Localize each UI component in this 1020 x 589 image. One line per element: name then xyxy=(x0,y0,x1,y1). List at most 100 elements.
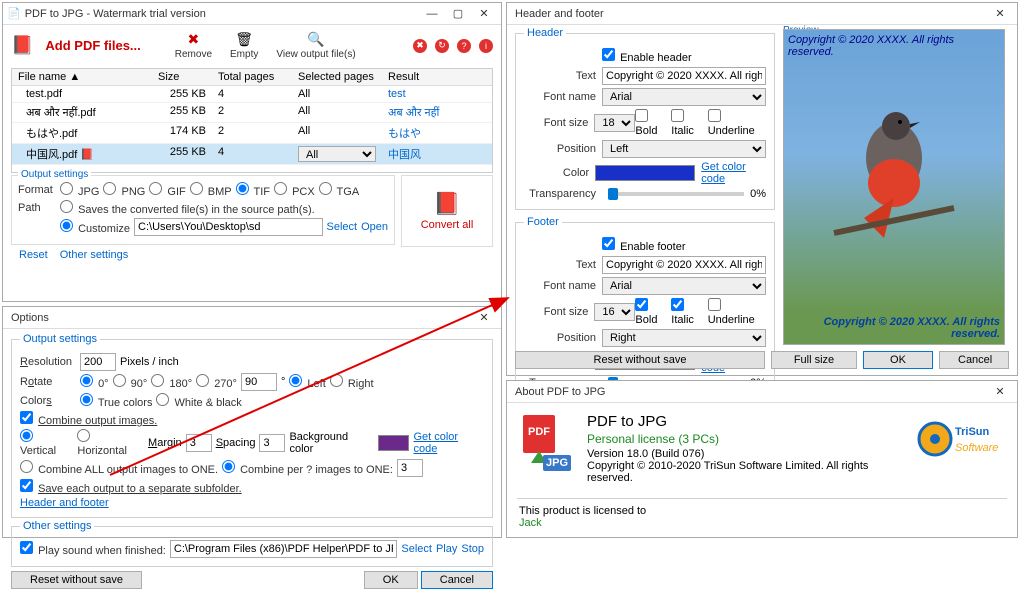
options-cancel-button[interactable]: Cancel xyxy=(421,571,493,589)
h-fontsize-select[interactable]: 18 xyxy=(594,114,635,132)
sound-stop-link[interactable]: Stop xyxy=(461,543,484,555)
red-action-1[interactable]: ✖ xyxy=(413,39,427,53)
format-tif[interactable]: TIF xyxy=(236,186,270,198)
format-jpg[interactable]: JPG xyxy=(60,186,99,198)
save-subfolder-checkbox[interactable]: Save each output to a separate subfolder… xyxy=(20,479,242,495)
hf-close-button[interactable]: ✕ xyxy=(987,5,1013,23)
hf-fullsize-button[interactable]: Full size xyxy=(771,351,857,369)
hf-reset-button[interactable]: Reset without save xyxy=(515,351,765,369)
col-total[interactable]: Total pages xyxy=(212,69,292,85)
f-fontname-select[interactable]: Arial xyxy=(602,277,766,295)
col-filename[interactable]: File name ▲ xyxy=(12,69,152,85)
colors-true[interactable]: True colors xyxy=(80,393,152,409)
options-other-legend: Other settings xyxy=(20,520,94,532)
result-link[interactable]: もはや xyxy=(388,128,421,140)
h-color-swatch[interactable] xyxy=(595,165,695,181)
rotate-180[interactable]: 180° xyxy=(151,374,192,390)
rotate-90[interactable]: 90° xyxy=(113,374,148,390)
remove-button[interactable]: ✖Remove xyxy=(169,29,218,62)
header-footer-link[interactable]: Header and footer xyxy=(20,497,109,509)
options-ok-button[interactable]: OK xyxy=(364,571,418,589)
h-text-input[interactable] xyxy=(602,67,766,85)
orient-vertical[interactable]: Vertical xyxy=(20,429,73,457)
path-select-link[interactable]: Select xyxy=(327,221,358,233)
col-size[interactable]: Size xyxy=(152,69,212,85)
f-position-select[interactable]: Right xyxy=(602,329,766,347)
col-selected[interactable]: Selected pages xyxy=(292,69,382,85)
selected-pages-select[interactable]: All xyxy=(298,146,376,162)
f-italic-checkbox[interactable]: Italic xyxy=(671,298,707,326)
path-opt-source[interactable]: Saves the converted file(s) in the sourc… xyxy=(60,200,315,216)
result-link[interactable]: 中国风 xyxy=(388,149,421,161)
h-position-select[interactable]: Left xyxy=(602,140,766,158)
path-open-link[interactable]: Open xyxy=(361,221,388,233)
main-titlebar: 📄 PDF to JPG - Watermark trial version —… xyxy=(3,3,501,25)
combine-all-radio[interactable]: Combine ALL output images to ONE. xyxy=(20,460,218,476)
convert-all-button[interactable]: 📕 Convert all xyxy=(401,175,493,247)
rotate-270[interactable]: 270° xyxy=(196,374,237,390)
bg-color-swatch[interactable] xyxy=(378,435,410,451)
close-button[interactable]: ✕ xyxy=(471,5,497,23)
format-gif[interactable]: GIF xyxy=(149,186,185,198)
f-text-input[interactable] xyxy=(602,256,766,274)
path-opt-custom[interactable]: Customize xyxy=(60,219,130,235)
h-transparency-slider[interactable] xyxy=(608,192,744,196)
get-color-link[interactable]: Get color code xyxy=(413,431,484,455)
options-close-button[interactable]: ✕ xyxy=(471,309,497,327)
format-tga[interactable]: TGA xyxy=(319,186,359,198)
h-fontname-select[interactable]: Arial xyxy=(602,88,766,106)
resolution-input[interactable] xyxy=(80,353,116,371)
colors-bw[interactable]: White & black xyxy=(156,393,241,409)
format-png[interactable]: PNG xyxy=(103,186,145,198)
options-reset-button[interactable]: Reset without save xyxy=(11,571,142,589)
rotate-custom-input[interactable] xyxy=(241,373,277,391)
view-output-button[interactable]: 🔍View output file(s) xyxy=(270,29,361,62)
hf-cancel-button[interactable]: Cancel xyxy=(939,351,1009,369)
path-input[interactable] xyxy=(134,218,322,236)
enable-footer-checkbox[interactable]: Enable footer xyxy=(602,237,686,253)
grid-header[interactable]: File name ▲ Size Total pages Selected pa… xyxy=(12,69,492,86)
bird-image xyxy=(824,88,964,248)
sound-select-link[interactable]: Select xyxy=(401,543,432,555)
red-action-4[interactable]: i xyxy=(479,39,493,53)
minimize-button[interactable]: — xyxy=(419,5,445,23)
h-italic-checkbox[interactable]: Italic xyxy=(671,109,707,137)
format-pcx[interactable]: PCX xyxy=(274,186,315,198)
rotate-0[interactable]: 0° xyxy=(80,374,109,390)
result-link[interactable]: test xyxy=(388,88,406,100)
add-pdf-button[interactable]: Add PDF files... xyxy=(39,38,140,53)
other-settings-link[interactable]: Other settings xyxy=(60,249,128,261)
table-row[interactable]: अब और नहीं.pdf255 KB2Allअब और नहीं xyxy=(12,103,492,123)
f-underline-checkbox[interactable]: Underline xyxy=(708,298,766,326)
combine-per-radio[interactable]: Combine per ? images to ONE: xyxy=(222,460,393,476)
h-underline-checkbox[interactable]: Underline xyxy=(708,109,766,137)
table-row[interactable]: もはや.pdf174 KB2Allもはや xyxy=(12,123,492,144)
f-fontsize-select[interactable]: 16 xyxy=(594,303,635,321)
about-close-button[interactable]: ✕ xyxy=(987,383,1013,401)
margin-input[interactable] xyxy=(186,434,212,452)
h-getcolor-link[interactable]: Get color code xyxy=(701,161,766,185)
sound-path-input[interactable] xyxy=(170,540,398,558)
play-sound-checkbox[interactable]: Play sound when finished: xyxy=(20,541,166,557)
reset-link[interactable]: Reset xyxy=(19,249,48,261)
h-bold-checkbox[interactable]: Bold xyxy=(635,109,671,137)
enable-header-checkbox[interactable]: Enable header xyxy=(602,48,692,64)
table-row[interactable]: 中国风.pdf 📕255 KB4All中国风 xyxy=(12,144,492,165)
combine-per-input[interactable] xyxy=(397,459,423,477)
orient-horizontal[interactable]: Horizontal xyxy=(77,429,144,457)
maximize-button[interactable]: ▢ xyxy=(445,5,471,23)
format-bmp[interactable]: BMP xyxy=(190,186,232,198)
sound-play-link[interactable]: Play xyxy=(436,543,457,555)
rotate-left[interactable]: Left xyxy=(289,374,325,390)
rotate-right[interactable]: Right xyxy=(330,374,374,390)
result-link[interactable]: अब और नहीं xyxy=(388,107,439,119)
red-action-3[interactable]: ? xyxy=(457,39,471,53)
hf-ok-button[interactable]: OK xyxy=(863,351,933,369)
spacing-input[interactable] xyxy=(259,434,285,452)
table-row[interactable]: test.pdf255 KB4Alltest xyxy=(12,86,492,103)
combine-checkbox[interactable]: Combine output images. xyxy=(20,411,157,427)
col-result[interactable]: Result xyxy=(382,69,492,85)
red-action-2[interactable]: ↻ xyxy=(435,39,449,53)
f-bold-checkbox[interactable]: Bold xyxy=(635,298,671,326)
empty-button[interactable]: 🗑Empty xyxy=(224,29,264,62)
